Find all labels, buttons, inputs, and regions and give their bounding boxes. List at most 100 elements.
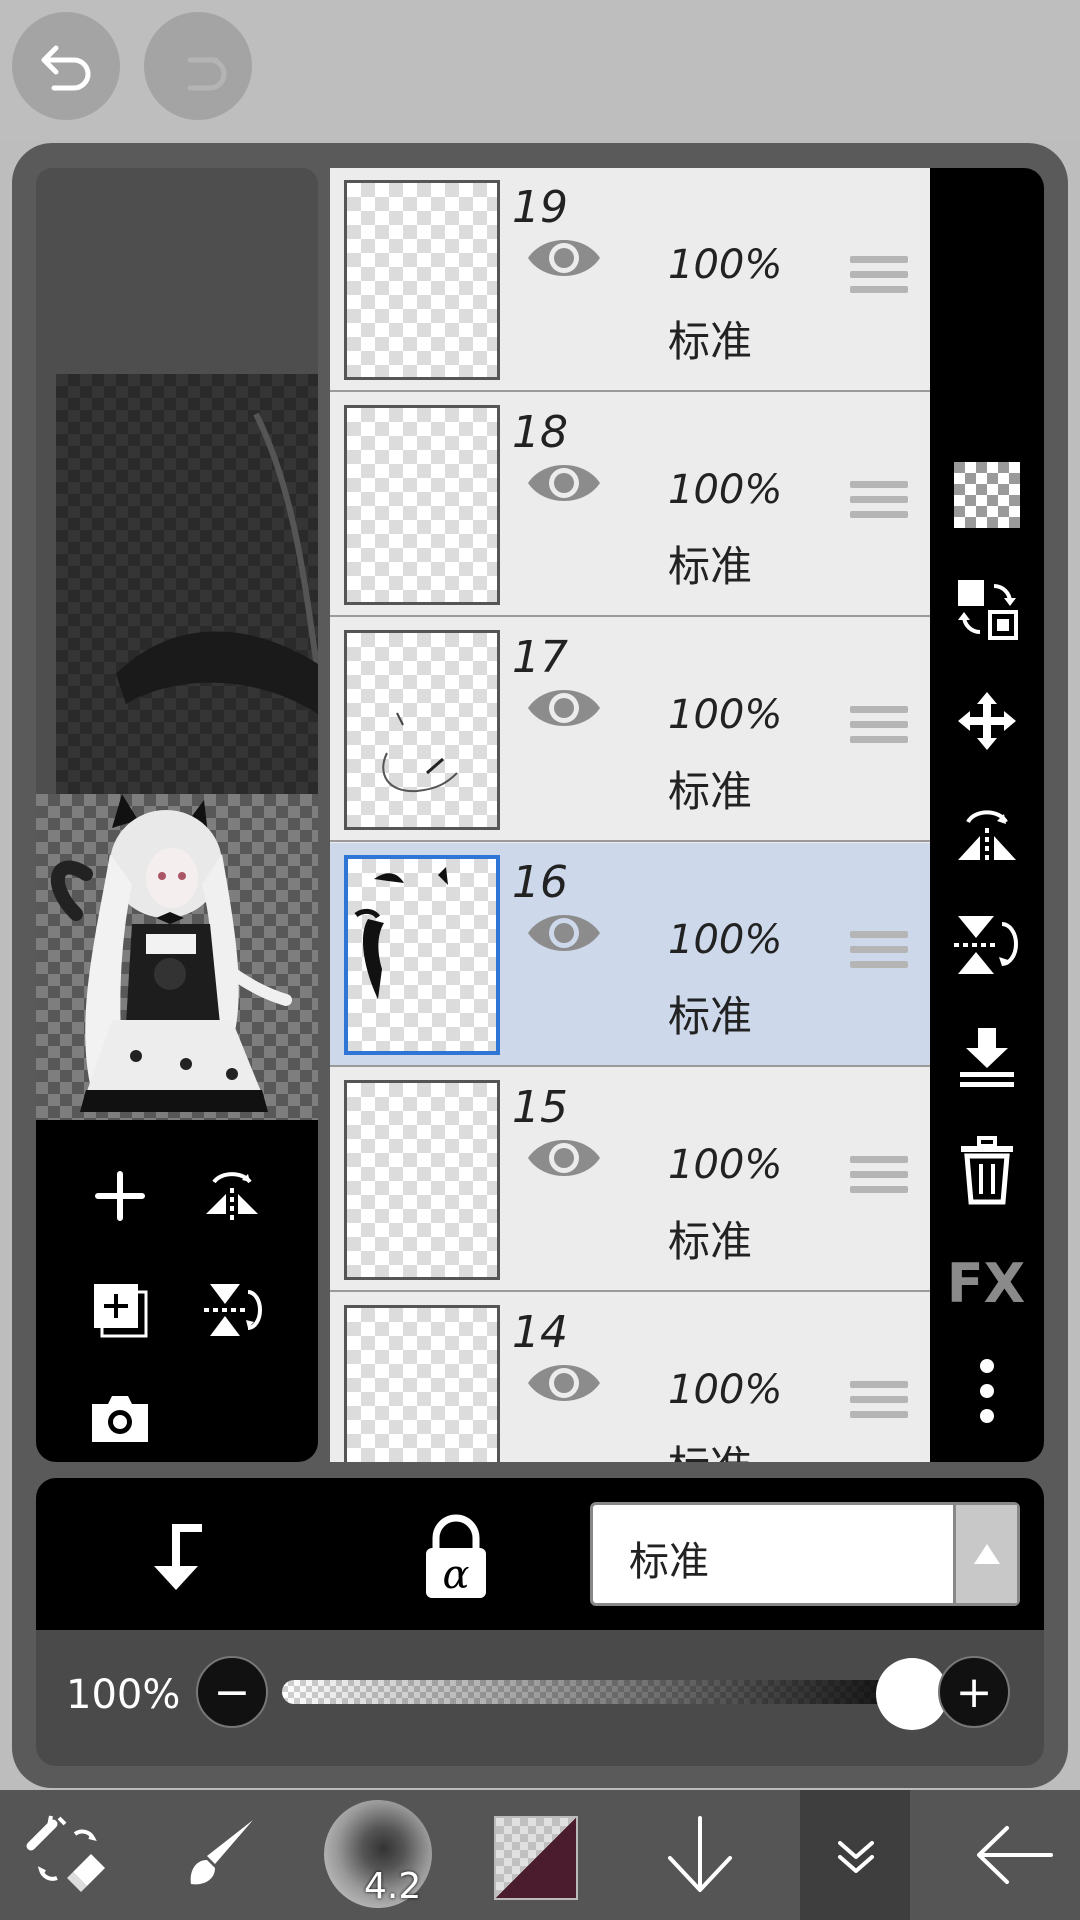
layer-number: 15 xyxy=(512,1082,568,1133)
tools-icon xyxy=(26,1815,105,1892)
opacity-slider-track[interactable] xyxy=(282,1680,912,1704)
right-layer-toolbar: FX xyxy=(930,168,1044,1462)
merge-down-icon xyxy=(960,1028,1014,1087)
drag-handle-icon[interactable] xyxy=(850,931,908,975)
layer-number: 18 xyxy=(512,407,568,458)
dropdown-arrow-icon[interactable] xyxy=(953,1505,1017,1603)
svg-text:α: α xyxy=(442,1552,469,1598)
primary-color-swatch xyxy=(496,1818,576,1898)
drag-handle-icon[interactable] xyxy=(850,1156,908,1200)
download-icon xyxy=(668,1816,732,1892)
layer-thumbnail xyxy=(344,1305,500,1462)
download-button[interactable] xyxy=(652,1790,748,1920)
layer-opacity: 100% xyxy=(668,242,783,288)
merge-down-button[interactable] xyxy=(952,1022,1022,1092)
trash-icon xyxy=(961,1136,1013,1205)
undo-button[interactable] xyxy=(12,12,120,120)
flip-layer-horizontal-button[interactable] xyxy=(952,798,1022,868)
camera-icon xyxy=(92,1396,148,1442)
character-artwork xyxy=(36,794,318,1120)
redo-button[interactable] xyxy=(144,12,252,120)
add-layer-icon xyxy=(95,1171,145,1221)
color-icon[interactable] xyxy=(494,1816,578,1900)
eye-icon[interactable] xyxy=(524,680,604,736)
eye-icon[interactable] xyxy=(524,1355,604,1411)
eye-icon[interactable] xyxy=(524,905,604,961)
layer-blend-mode: 标准 xyxy=(668,542,753,591)
eye-icon[interactable] xyxy=(524,1130,604,1186)
back-button[interactable] xyxy=(966,1790,1062,1920)
canvas-preview xyxy=(36,168,318,1120)
top-bar xyxy=(0,0,1080,140)
layer-row[interactable]: 18 100% 标准 xyxy=(330,393,930,617)
layer-thumbnail xyxy=(344,630,500,830)
layer-blend-mode: 标准 xyxy=(668,317,753,366)
blend-mode-value: 标准 xyxy=(629,1539,709,1585)
layer-row[interactable]: 15 100% 标准 xyxy=(330,1068,930,1292)
layer-number: 19 xyxy=(512,182,568,233)
tools-button[interactable] xyxy=(20,1790,116,1920)
swap-icon xyxy=(958,580,1018,640)
alpha-lock-button[interactable]: α xyxy=(416,1514,496,1602)
plus-icon: + xyxy=(955,1666,993,1718)
layer-opacity: 100% xyxy=(668,1142,783,1188)
drag-handle-icon[interactable] xyxy=(850,481,908,525)
transparency-icon xyxy=(954,462,1020,528)
flip-vertical-icon xyxy=(204,1284,262,1336)
flip-layer-vertical-button[interactable] xyxy=(952,910,1022,980)
fx-button[interactable]: FX xyxy=(947,1248,1026,1318)
flip-horizontal-icon xyxy=(958,810,1016,864)
layer-opacity: 100% xyxy=(668,1367,783,1413)
layer-opacity: 100% xyxy=(668,692,783,738)
delete-layer-button[interactable] xyxy=(952,1136,1022,1206)
alpha-lock-icon: α xyxy=(426,1514,486,1598)
opacity-value: 100% xyxy=(66,1672,181,1718)
flip-horizontal-button[interactable] xyxy=(190,1154,274,1238)
drag-handle-icon[interactable] xyxy=(850,1381,908,1425)
brush-icon xyxy=(190,1820,253,1885)
camera-button[interactable] xyxy=(78,1376,162,1460)
opacity-increase-button[interactable]: + xyxy=(938,1656,1010,1728)
duplicate-layer-icon xyxy=(94,1284,148,1338)
layer-row[interactable]: 19 100% 标准 xyxy=(330,168,930,392)
eye-icon[interactable] xyxy=(524,230,604,286)
more-options-button[interactable] xyxy=(952,1356,1022,1426)
clipping-button[interactable] xyxy=(140,1518,220,1598)
brush-button[interactable] xyxy=(172,1790,268,1920)
drag-handle-icon[interactable] xyxy=(850,706,908,750)
layer-opacity: 100% xyxy=(668,917,783,963)
layer-number: 14 xyxy=(512,1307,568,1358)
duplicate-layer-button[interactable] xyxy=(78,1268,162,1352)
clipping-arrow-icon xyxy=(154,1524,202,1590)
layer-row[interactable]: 14 100% 标准 xyxy=(330,1293,930,1462)
flip-vertical-button[interactable] xyxy=(190,1268,274,1352)
layer-thumbnail xyxy=(344,180,500,380)
flip-horizontal-icon xyxy=(206,1172,258,1220)
layers-button[interactable] xyxy=(808,1790,904,1920)
layer-row[interactable]: 17 100% 标准 xyxy=(330,618,930,842)
layer-number: 17 xyxy=(512,632,568,683)
canvas-dark-region xyxy=(56,374,318,794)
layer-blend-mode: 标准 xyxy=(668,992,753,1041)
layer-blend-mode: 标准 xyxy=(668,1433,752,1462)
layer-thumbnail xyxy=(344,855,500,1055)
drag-handle-icon[interactable] xyxy=(850,256,908,300)
undo-arrow-icon xyxy=(41,45,91,91)
layer-row-selected[interactable]: 16 100% 标准 xyxy=(330,843,930,1067)
blend-mode-select[interactable]: 标准 xyxy=(590,1502,1020,1606)
more-icon xyxy=(980,1359,994,1423)
brush-size-value: 4.2 xyxy=(364,1866,422,1907)
transparency-button[interactable] xyxy=(952,460,1022,530)
layer-blend-mode: 标准 xyxy=(668,767,753,816)
eye-icon[interactable] xyxy=(524,455,604,511)
back-icon xyxy=(977,1826,1053,1884)
move-button[interactable] xyxy=(952,686,1022,756)
opacity-decrease-button[interactable]: − xyxy=(196,1656,268,1728)
add-layer-button[interactable] xyxy=(78,1154,162,1238)
move-icon xyxy=(958,692,1016,750)
layer-number: 16 xyxy=(512,857,568,908)
layer-thumbnail xyxy=(344,1080,500,1280)
layer-list: 19 100% 标准 18 100% 标准 17 100% 标准 16 100%… xyxy=(330,168,930,1462)
swap-button[interactable] xyxy=(952,574,1022,644)
redo-arrow-icon xyxy=(187,57,227,91)
